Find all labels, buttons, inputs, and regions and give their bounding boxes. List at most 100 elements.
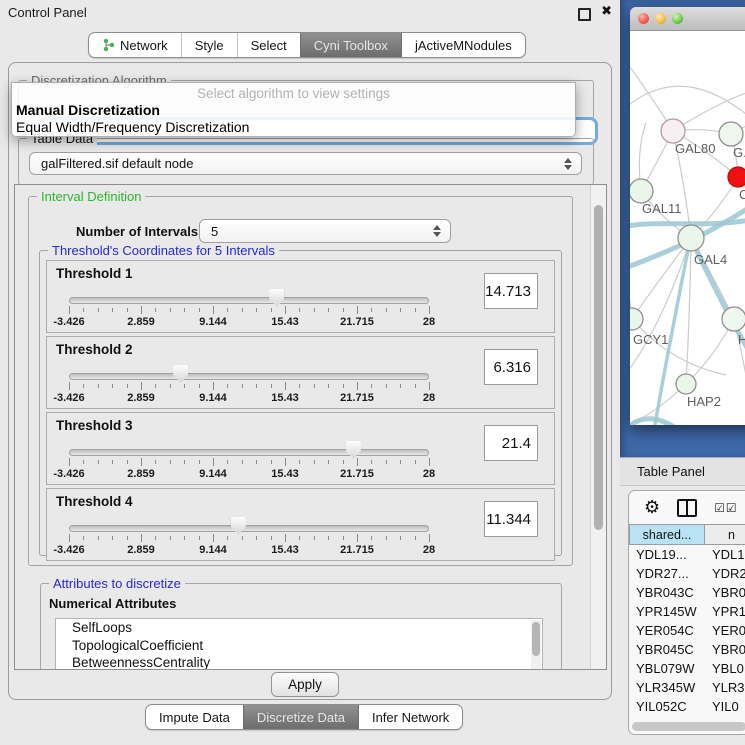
tab-select[interactable]: Select (237, 33, 300, 57)
slider-track[interactable] (69, 525, 429, 532)
numerical-attributes-list[interactable]: SelfLoopsTopologicalCoefficientBetweenne… (55, 618, 543, 670)
tab-discretize-data[interactable]: Discretize Data (243, 705, 358, 729)
cell-shared-name[interactable]: YDR27... (629, 566, 706, 581)
scrollbar-thumb[interactable] (594, 205, 603, 530)
network-node-gcy1[interactable] (630, 308, 643, 330)
column-header-shared-name[interactable]: shared... (629, 524, 705, 545)
slider-tick-label: 28 (423, 392, 435, 404)
network-edge-thick[interactable] (630, 419, 706, 425)
threshold-value-field[interactable]: 14.713 (484, 273, 538, 309)
cell-name[interactable]: YDL1 (706, 547, 745, 562)
float-window-icon[interactable] (578, 8, 591, 21)
tab-jactivemnodules[interactable]: jActiveMNodules (401, 33, 525, 57)
table-row[interactable]: YBR043CYBR0 (629, 583, 745, 602)
apply-button[interactable]: Apply (271, 672, 339, 697)
attribute-list-item[interactable]: SelfLoops (56, 619, 542, 637)
slider-thumb[interactable] (346, 441, 361, 459)
network-edge[interactable] (630, 238, 691, 376)
tab-network[interactable]: Network (89, 33, 181, 57)
table-row[interactable]: YBR045CYBR0 (629, 640, 745, 659)
network-node-h[interactable] (722, 307, 745, 331)
network-node-gal4[interactable] (678, 225, 704, 251)
cell-name[interactable]: YBL0 (706, 661, 745, 676)
checkbox-icons[interactable]: ☑☑ (714, 501, 738, 515)
cell-name[interactable]: YER0 (706, 623, 745, 638)
table-row[interactable]: YDR27...YDR2 (629, 564, 745, 583)
slider-tick (213, 306, 214, 314)
cell-name[interactable]: YBR0 (706, 642, 745, 657)
tab-infer-network[interactable]: Infer Network (358, 705, 462, 729)
slider-tick (271, 308, 272, 312)
cell-shared-name[interactable]: YLR345W (629, 680, 706, 695)
network-node-gal11[interactable] (630, 179, 653, 203)
number-of-intervals-spinner[interactable]: 5 (199, 219, 451, 243)
slider-track[interactable] (69, 373, 429, 380)
scrollbar-thumb[interactable] (632, 722, 745, 731)
attribute-list-item[interactable]: BetweennessCentrality (56, 654, 542, 670)
table-row[interactable]: YLR345WYLR3 (629, 678, 745, 697)
cell-shared-name[interactable]: YBR045C (629, 642, 706, 657)
cell-name[interactable]: YLR3 (706, 680, 745, 695)
slider-thumb[interactable] (173, 365, 188, 383)
threshold-value-field[interactable]: 11.344 (484, 501, 538, 537)
network-node-c[interactable] (728, 167, 745, 187)
slider-tick (242, 308, 243, 312)
gear-icon[interactable]: ⚙ (644, 499, 660, 517)
network-edge[interactable] (632, 319, 726, 375)
cell-shared-name[interactable]: YBR043C (629, 585, 706, 600)
threshold-slider[interactable]: -3.4262.8599.14415.4321.71528 (69, 441, 429, 481)
cell-name[interactable]: YBR0 (706, 585, 745, 600)
attribute-list-item[interactable]: TopologicalCoefficient (56, 637, 542, 655)
slider-tick (429, 306, 430, 314)
close-window-icon[interactable] (638, 13, 649, 24)
table-row[interactable]: YPR145WYPR1 (629, 602, 745, 621)
cell-name[interactable]: YIL0 (706, 699, 745, 714)
tab-style[interactable]: Style (181, 33, 237, 57)
threshold-slider[interactable]: -3.4262.8599.14415.4321.71528 (69, 517, 429, 557)
slider-track[interactable] (69, 449, 429, 456)
tab-impute-data[interactable]: Impute Data (146, 705, 243, 729)
attributes-list-scrollbar[interactable] (531, 620, 541, 670)
slider-tick (127, 536, 128, 540)
network-canvas[interactable]: GAL80G.CGAL11GAL4GCY1HHAP2 (630, 31, 745, 425)
slider-thumb[interactable] (231, 517, 246, 535)
threshold-label: Threshold 4 (56, 494, 133, 509)
table-horizontal-scrollbar[interactable] (632, 722, 745, 731)
cell-shared-name[interactable]: YPR145W (629, 604, 706, 619)
tab-cyni-toolbox[interactable]: Cyni Toolbox (300, 33, 401, 57)
tab-network-label: Network (120, 38, 168, 53)
popup-item-manual-discretization[interactable]: Manual Discretization (16, 102, 160, 118)
table-row[interactable]: YBL079WYBL0 (629, 659, 745, 678)
cell-shared-name[interactable]: YIL052C (629, 699, 706, 714)
network-node-g[interactable] (719, 122, 743, 146)
network-node-gal80[interactable] (661, 119, 685, 143)
threshold-slider[interactable]: -3.4262.8599.14415.4321.71528 (69, 365, 429, 405)
cell-name[interactable]: YDR2 (706, 566, 745, 581)
network-window-titlebar[interactable] (630, 7, 745, 31)
stepper-arrows-icon[interactable] (433, 225, 441, 237)
table-row[interactable]: YIL052CYIL0 (629, 697, 745, 716)
split-column-icon[interactable] (677, 499, 697, 517)
table-row[interactable]: YER054CYER0 (629, 621, 745, 640)
threshold-value-field[interactable]: 21.4 (484, 425, 538, 461)
cell-shared-name[interactable]: YBL079W (629, 661, 706, 676)
scrollbar-thumb[interactable] (532, 622, 540, 656)
slider-tick (69, 534, 70, 542)
threshold-value-field[interactable]: 6.316 (484, 349, 538, 385)
table-row[interactable]: YDL19...YDL1 (629, 545, 745, 564)
close-icon[interactable]: ✖ (601, 4, 612, 19)
settings-vertical-scrollbar[interactable] (590, 185, 606, 669)
cell-shared-name[interactable]: YER054C (629, 623, 706, 638)
slider-thumb[interactable] (269, 289, 284, 307)
network-node-hap2[interactable] (676, 374, 696, 394)
zoom-window-icon[interactable] (672, 13, 683, 24)
minimize-window-icon[interactable] (655, 13, 666, 24)
cell-name[interactable]: YPR1 (706, 604, 745, 619)
popup-item-equal-width-frequency[interactable]: Equal Width/Frequency Discretization (16, 119, 249, 135)
table-data-combobox[interactable]: galFiltered.sif default node (29, 152, 582, 175)
stepper-arrows-icon[interactable] (564, 158, 572, 170)
column-header-name[interactable]: n (705, 524, 745, 545)
cell-shared-name[interactable]: YDL19... (629, 547, 706, 562)
threshold-slider[interactable]: -3.4262.8599.14415.4321.71528 (69, 289, 429, 329)
slider-track[interactable] (69, 297, 429, 304)
